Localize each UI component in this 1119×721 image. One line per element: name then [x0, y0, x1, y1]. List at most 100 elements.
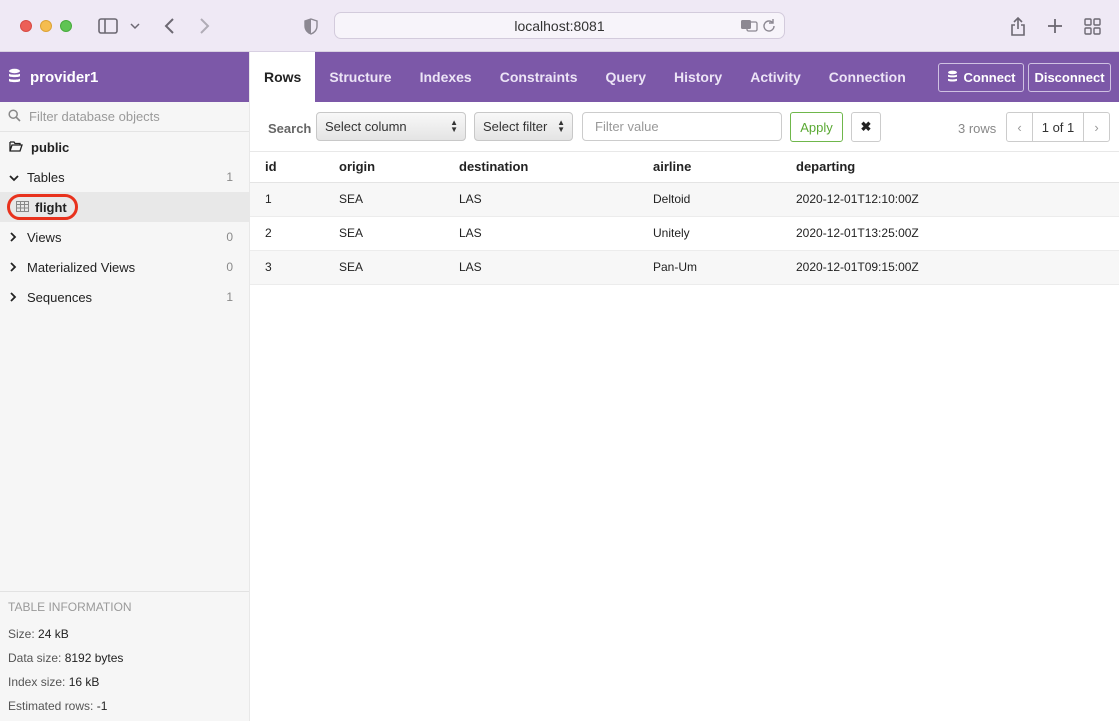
back-icon[interactable]	[160, 14, 178, 38]
info-value: -1	[96, 699, 108, 713]
tab-connection[interactable]: Connection	[815, 52, 920, 102]
info-value: 24 kB	[38, 627, 69, 641]
table-row[interactable]: 3 SEA LAS Pan-Um 2020-12-01T09:15:00Z	[250, 250, 1119, 285]
address-bar[interactable]: localhost:8081	[334, 12, 785, 39]
search-icon	[8, 108, 21, 125]
table-row[interactable]: 1 SEA LAS Deltoid 2020-12-01T12:10:00Z	[250, 182, 1119, 217]
cell[interactable]: SEA	[324, 250, 444, 285]
group-sequences[interactable]: Sequences 1	[0, 282, 249, 312]
group-count: 1	[226, 170, 233, 184]
pagination: ‹ 1 of 1 ›	[1006, 112, 1110, 142]
translate-icon[interactable]	[740, 18, 758, 35]
info-key: Data size:	[8, 651, 62, 665]
group-materialized-views[interactable]: Materialized Views 0	[0, 252, 249, 282]
group-label: Sequences	[27, 289, 93, 305]
tab-activity[interactable]: Activity	[736, 52, 815, 102]
table-info-row: Index size: 16 kB	[8, 675, 241, 699]
rows-count: 3 rows	[958, 121, 997, 136]
column-header[interactable]: destination	[444, 152, 638, 183]
table-item-flight[interactable]: flight	[0, 192, 249, 222]
info-value: 16 kB	[68, 675, 100, 689]
schema-name: public	[31, 139, 70, 155]
cell[interactable]: Unitely	[638, 216, 781, 251]
cell[interactable]: LAS	[444, 250, 638, 285]
cell[interactable]: Deltoid	[638, 182, 781, 217]
database-icon	[947, 70, 958, 86]
tab-query[interactable]: Query	[592, 52, 660, 102]
cell[interactable]: LAS	[444, 182, 638, 217]
sidebar: provider1 public Tables 1 flight Views 0	[0, 52, 250, 721]
cell[interactable]: 2020-12-01T09:15:00Z	[781, 250, 1119, 285]
browser-toolbar: localhost:8081	[0, 0, 1119, 52]
tab-indexes[interactable]: Indexes	[406, 52, 486, 102]
filter-select[interactable]: Select filter ▲ ▼	[474, 112, 573, 141]
column-header[interactable]: origin	[324, 152, 444, 183]
table-row[interactable]: 2 SEA LAS Unitely 2020-12-01T13:25:00Z	[250, 216, 1119, 251]
group-label: Tables	[27, 169, 65, 185]
chevron-right-icon	[9, 230, 17, 245]
cell[interactable]: LAS	[444, 216, 638, 251]
apply-button[interactable]: Apply	[790, 112, 843, 142]
cell[interactable]: 2020-12-01T13:25:00Z	[781, 216, 1119, 251]
column-header[interactable]: id	[250, 152, 324, 183]
cell[interactable]: 2020-12-01T12:10:00Z	[781, 182, 1119, 217]
cell[interactable]: 1	[250, 182, 324, 217]
tab-structure[interactable]: Structure	[315, 52, 405, 102]
next-page-button[interactable]: ›	[1084, 113, 1109, 141]
column-header[interactable]: departing	[781, 152, 1119, 183]
cell[interactable]: Pan-Um	[638, 250, 781, 285]
group-tables[interactable]: Tables 1	[0, 162, 249, 192]
page-indicator[interactable]: 1 of 1	[1032, 113, 1084, 141]
tab-overview-icon[interactable]	[1082, 14, 1102, 38]
chevron-right-icon	[9, 290, 17, 305]
zoom-window-button[interactable]	[60, 20, 72, 32]
disconnect-button[interactable]: Disconnect	[1028, 63, 1111, 92]
tab-rows[interactable]: Rows	[250, 52, 316, 102]
object-filter	[0, 102, 249, 132]
group-count: 0	[226, 260, 233, 274]
address-text: localhost:8081	[514, 17, 605, 34]
share-icon[interactable]	[1008, 14, 1028, 38]
prev-page-button[interactable]: ‹	[1007, 113, 1032, 141]
connect-label: Connect	[963, 70, 1016, 85]
info-key: Index size:	[8, 675, 66, 689]
filter-objects-input[interactable]	[29, 109, 229, 124]
connection-header: provider1	[0, 52, 249, 102]
tab-history[interactable]: History	[660, 52, 736, 102]
filter-select-value: Select filter	[483, 119, 548, 134]
forward-icon[interactable]	[196, 14, 214, 38]
tab-constraints[interactable]: Constraints	[486, 52, 592, 102]
new-tab-icon[interactable]	[1045, 14, 1065, 38]
header-row: id origin destination airline departing	[250, 152, 1119, 183]
group-count: 0	[226, 230, 233, 244]
group-label: Views	[27, 229, 62, 245]
column-select-value: Select column	[325, 119, 407, 134]
filter-toolbar: Search Select column ▲ ▼ Select filter ▲ ▼…	[250, 102, 1119, 152]
group-label: Materialized Views	[27, 259, 136, 275]
results-grid: id origin destination airline departing …	[250, 152, 1119, 285]
connect-button[interactable]: Connect	[938, 63, 1024, 92]
cell[interactable]: 3	[250, 250, 324, 285]
cell[interactable]: 2	[250, 216, 324, 251]
group-count: 1	[226, 290, 233, 304]
chevron-down-icon[interactable]	[129, 14, 141, 38]
table-info-row: Size: 24 kB	[8, 627, 241, 651]
filter-value-input[interactable]	[582, 112, 782, 141]
sidebar-toggle-icon[interactable]	[97, 14, 119, 38]
group-views[interactable]: Views 0	[0, 222, 249, 252]
connection-name: provider1	[30, 68, 99, 86]
column-header[interactable]: airline	[638, 152, 781, 183]
column-select[interactable]: Select column ▲ ▼	[316, 112, 466, 141]
highlight-annotation	[7, 194, 78, 220]
minimize-window-button[interactable]	[40, 20, 52, 32]
clear-filter-button[interactable]: ✖	[851, 112, 881, 142]
cell[interactable]: SEA	[324, 182, 444, 217]
close-window-button[interactable]	[20, 20, 32, 32]
folder-open-icon	[9, 140, 23, 155]
chevron-right-icon	[9, 260, 17, 275]
schema-item[interactable]: public	[0, 132, 249, 162]
shield-icon	[303, 14, 319, 38]
cell[interactable]: SEA	[324, 216, 444, 251]
reload-icon[interactable]	[762, 18, 776, 35]
table-info-title: TABLE INFORMATION	[8, 600, 132, 614]
